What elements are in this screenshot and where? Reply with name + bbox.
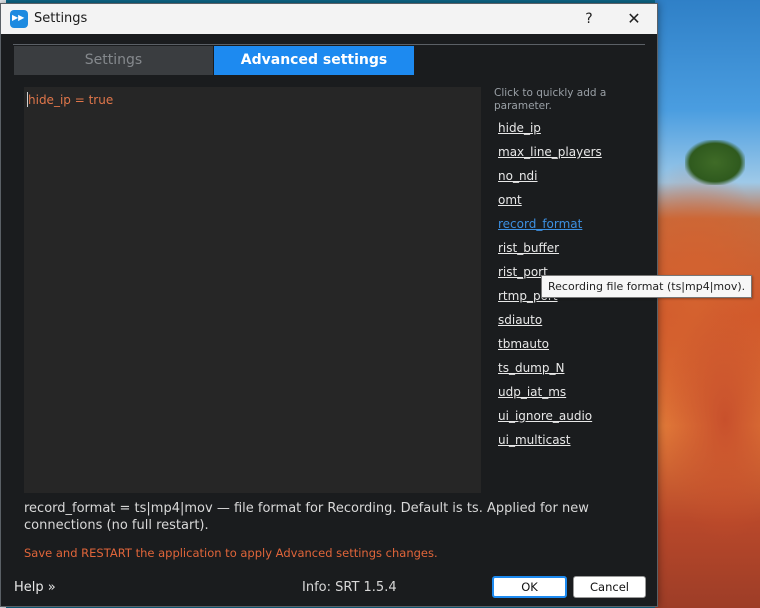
param-link-hide-ip[interactable]: hide_ip [498, 120, 648, 144]
desktop-wallpaper [655, 0, 760, 608]
param-link-max-line-players[interactable]: max_line_players [498, 144, 648, 168]
dialog-body: Settings Advanced settings hide_ip = tru… [1, 34, 753, 606]
quick-add-hint: Click to quickly add a parameter. [494, 87, 607, 112]
cancel-button[interactable]: Cancel [573, 576, 646, 598]
param-link-sdiauto[interactable]: sdiauto [498, 312, 648, 336]
help-icon[interactable]: ? [578, 8, 600, 30]
editor-content: hide_ip = true [28, 93, 114, 107]
tab-divider [13, 44, 645, 45]
info-version: Info: SRT 1.5.4 [302, 580, 397, 595]
window-title: Settings [34, 11, 88, 26]
advanced-settings-editor[interactable]: hide_ip = true [24, 87, 481, 493]
app-icon: ▶▶ [10, 10, 28, 28]
param-link-record-format[interactable]: record_format [498, 216, 648, 240]
restart-warning: Save and RESTART the application to appl… [24, 546, 438, 560]
wallpaper-tree [685, 140, 745, 185]
close-icon[interactable]: ✕ [623, 8, 645, 30]
parameter-description: record_format = ts|mp4|mov — file format… [24, 501, 589, 533]
param-link-ui-multicast[interactable]: ui_multicast [498, 432, 648, 456]
parameter-tooltip: Recording file format (ts|mp4|mov). [541, 275, 753, 298]
param-link-tbmauto[interactable]: tbmauto [498, 336, 648, 360]
param-link-ts-dump-n[interactable]: ts_dump_N [498, 360, 648, 384]
param-link-omt[interactable]: omt [498, 192, 648, 216]
param-link-no-ndi[interactable]: no_ndi [498, 168, 648, 192]
title-bar[interactable]: ▶▶ Settings ? ✕ [1, 4, 657, 34]
param-link-ui-ignore-audio[interactable]: ui_ignore_audio [498, 408, 648, 432]
help-link[interactable]: Help » [14, 580, 56, 595]
tab-settings[interactable]: Settings [14, 46, 213, 75]
ok-button[interactable]: OK [492, 576, 567, 598]
settings-window: ▶▶ Settings ? ✕ Settings Advanced settin… [0, 3, 753, 607]
param-link-udp-iat-ms[interactable]: udp_iat_ms [498, 384, 648, 408]
param-link-rist-buffer[interactable]: rist_buffer [498, 240, 648, 264]
tab-advanced-settings[interactable]: Advanced settings [214, 46, 414, 75]
